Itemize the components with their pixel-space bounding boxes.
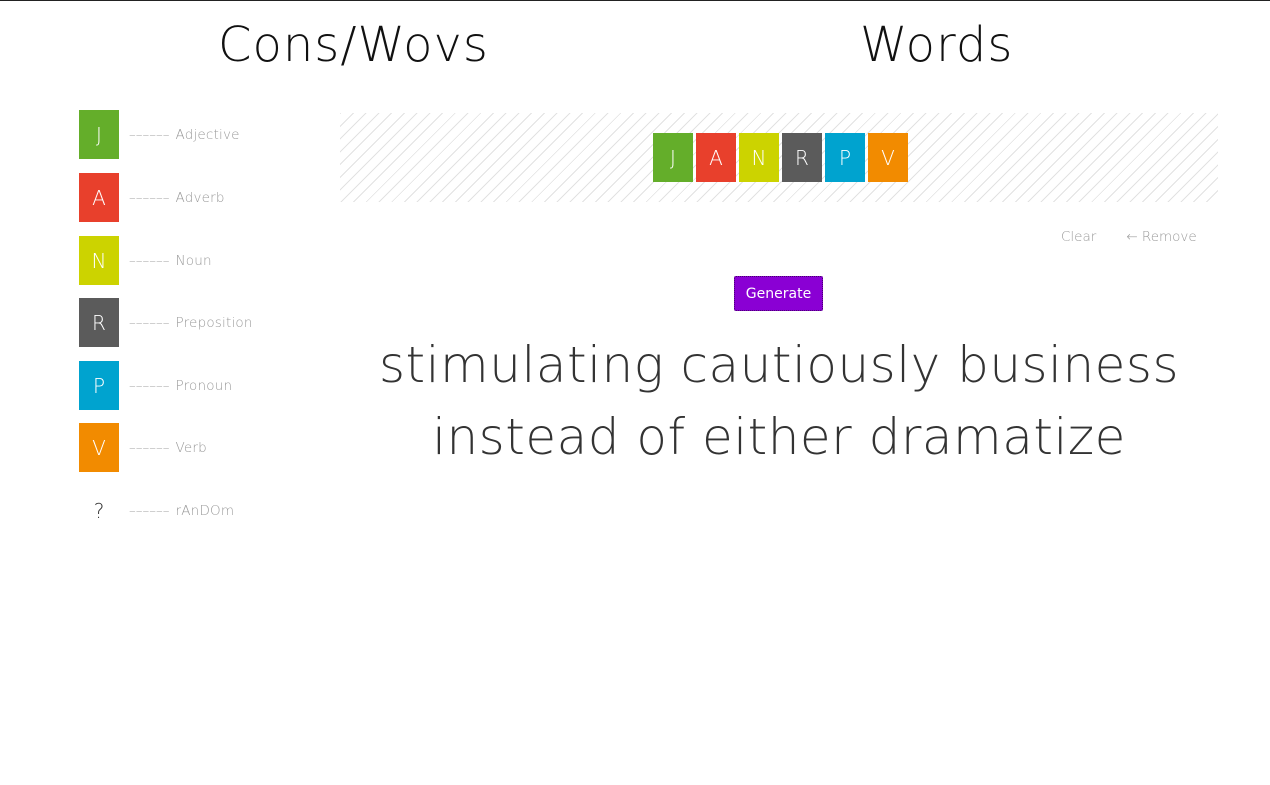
- tile-r[interactable]: R: [79, 298, 119, 347]
- remove-link[interactable]: ← Remove: [1126, 229, 1196, 245]
- legend-label: –––––– Noun: [129, 253, 212, 269]
- sequence-actions: Clear ← Remove: [1061, 229, 1197, 245]
- legend-dashes: ––––––: [129, 314, 170, 331]
- page: Cons/Wovs Words J –––––– Adjective A ––––…: [0, 0, 1270, 785]
- legend-dashes: ––––––: [129, 439, 170, 456]
- tile-p[interactable]: P: [79, 361, 119, 410]
- tile-random[interactable]: ?: [79, 486, 119, 535]
- word-sequence: J A N R P V: [653, 133, 908, 182]
- legend-item-adjective[interactable]: J –––––– Adjective: [79, 110, 240, 159]
- legend-label: –––––– Verb: [129, 440, 207, 456]
- sequence-tile-p[interactable]: P: [825, 133, 865, 182]
- legend-label-text: Adjective: [175, 126, 240, 143]
- legend-label: –––––– Adjective: [129, 127, 240, 143]
- tile-a[interactable]: A: [79, 173, 119, 222]
- word-sequence-dropzone[interactable]: J A N R P V: [340, 113, 1218, 202]
- legend-label: –––––– Adverb: [129, 190, 225, 206]
- legend-dashes: ––––––: [129, 377, 170, 394]
- legend-label-text: Preposition: [175, 314, 253, 331]
- legend-label: –––––– rAnDOm: [129, 503, 234, 519]
- legend-dashes: ––––––: [129, 252, 170, 269]
- legend-label-text: Verb: [175, 439, 207, 456]
- legend-label: –––––– Preposition: [129, 315, 253, 331]
- legend-label-text: Adverb: [175, 189, 225, 206]
- legend-dashes: ––––––: [129, 189, 170, 206]
- legend-label-text: rAnDOm: [175, 502, 235, 519]
- legend-item-preposition[interactable]: R –––––– Preposition: [79, 298, 253, 347]
- tile-j[interactable]: J: [79, 110, 119, 159]
- sequence-tile-a[interactable]: A: [696, 133, 736, 182]
- legend-dashes: ––––––: [129, 126, 170, 143]
- sequence-tile-v[interactable]: V: [868, 133, 908, 182]
- legend-label-text: Pronoun: [175, 377, 233, 394]
- legend-label: –––––– Pronoun: [129, 378, 232, 394]
- legend-item-verb[interactable]: V –––––– Verb: [79, 423, 207, 472]
- sequence-tile-r[interactable]: R: [782, 133, 822, 182]
- tile-n[interactable]: N: [79, 236, 119, 285]
- tile-v[interactable]: V: [79, 423, 119, 472]
- legend-dashes: ––––––: [129, 502, 170, 519]
- legend-label-text: Noun: [175, 252, 212, 269]
- legend-item-random[interactable]: ? –––––– rAnDOm: [79, 486, 234, 535]
- sequence-tile-j[interactable]: J: [653, 133, 693, 182]
- clear-link[interactable]: Clear: [1061, 229, 1096, 245]
- words-heading: Words: [860, 17, 1014, 73]
- sequence-tile-n[interactable]: N: [739, 133, 779, 182]
- generate-button[interactable]: Generate: [734, 276, 823, 311]
- cons-wovs-heading: Cons/Wovs: [218, 17, 489, 73]
- generated-phrase: stimulating cautiously business instead …: [379, 336, 1179, 466]
- legend-item-noun[interactable]: N –––––– Noun: [79, 236, 212, 285]
- legend-item-pronoun[interactable]: P –––––– Pronoun: [79, 361, 232, 410]
- legend-item-adverb[interactable]: A –––––– Adverb: [79, 173, 225, 222]
